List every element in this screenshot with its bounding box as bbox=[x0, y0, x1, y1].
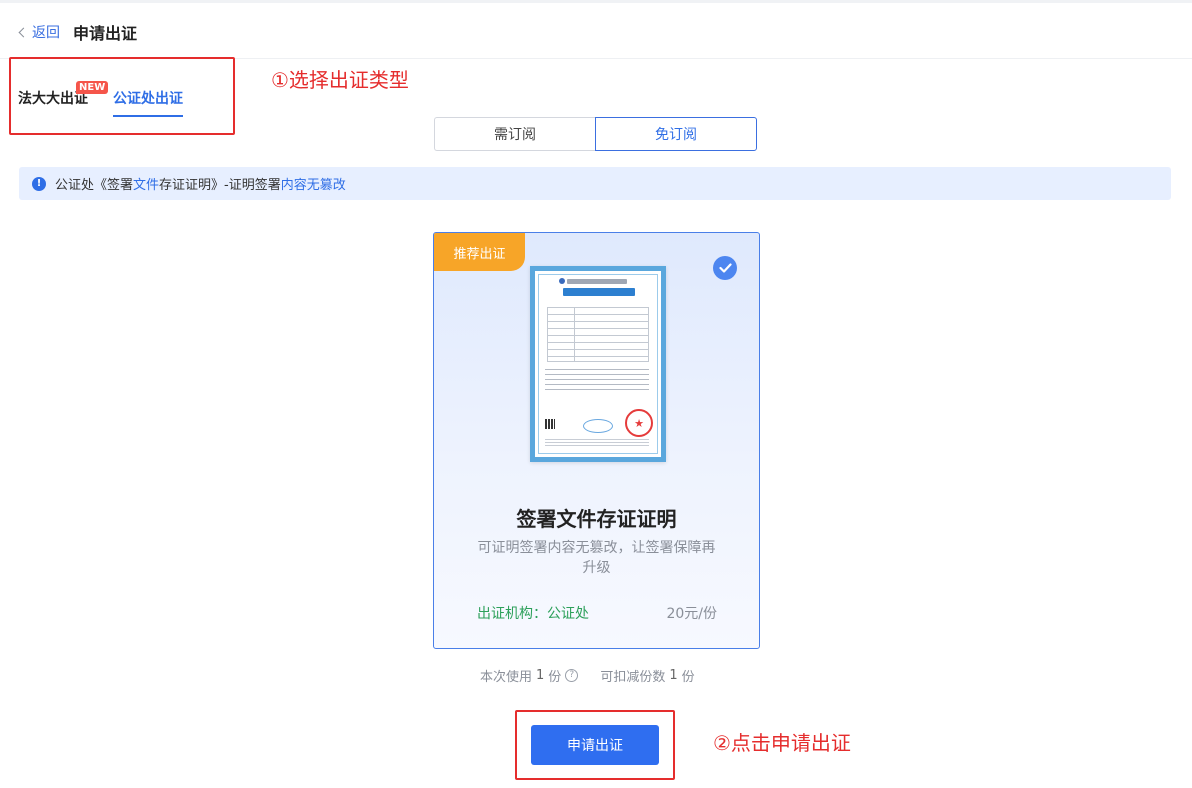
annotation-box-step1 bbox=[9, 57, 235, 135]
exclamation-icon: ! bbox=[32, 176, 46, 191]
page-header: 返回 申请出证 bbox=[0, 3, 1192, 59]
help-icon[interactable]: ? bbox=[565, 669, 579, 682]
qr-code-icon bbox=[545, 419, 555, 429]
cert-footer-lines bbox=[545, 439, 649, 447]
red-seal-icon: ★ bbox=[625, 409, 653, 437]
info-text-4: 内容无篡改 bbox=[280, 178, 346, 193]
back-link[interactable]: 返回 bbox=[18, 22, 60, 42]
certificate-preview-image: ★ bbox=[530, 266, 666, 462]
card-price: 20元/份 bbox=[666, 606, 717, 622]
deduct-unit: 份 bbox=[681, 670, 695, 685]
cert-logo-icon bbox=[559, 278, 565, 284]
cert-table bbox=[547, 307, 649, 362]
usage-label: 本次使用 bbox=[480, 670, 533, 685]
subscription-toggle: 需订阅 免订阅 bbox=[434, 117, 757, 151]
card-description: 可证明签署内容无篡改，让签署保障再升级 bbox=[477, 540, 716, 576]
apply-certificate-button[interactable]: 申请出证 bbox=[531, 725, 659, 765]
checkmark-icon[interactable] bbox=[713, 256, 737, 280]
chevron-left-icon bbox=[18, 27, 29, 38]
info-banner: ! 公证处《签署 文件 存证证明》-证明签署 内容无篡改 bbox=[19, 167, 1171, 200]
info-text-3: 存证证明》-证明签署 bbox=[159, 178, 281, 193]
usage-count: 1 bbox=[536, 668, 545, 683]
deduct-count: 1 bbox=[669, 668, 678, 683]
page-title: 申请出证 bbox=[73, 24, 138, 43]
info-text-2: 文件 bbox=[133, 178, 160, 193]
annotation-text-step1: ①选择出证类型 bbox=[271, 68, 409, 92]
card-title: 签署文件存证证明 bbox=[516, 507, 677, 531]
cert-banner bbox=[563, 288, 635, 296]
subscription-required-button[interactable]: 需订阅 bbox=[434, 117, 595, 151]
annotation-text-step2: ②点击申请出证 bbox=[713, 731, 851, 755]
card-issuer: 出证机构：公证处 bbox=[477, 606, 589, 622]
cert-header bbox=[567, 279, 627, 284]
cert-blue-stamp bbox=[583, 419, 613, 433]
info-text-1: 公证处《签署 bbox=[55, 178, 134, 193]
usage-summary: 本次使用 1 份 ? 可扣减份数 1 份 bbox=[480, 666, 695, 685]
usage-unit: 份 bbox=[548, 670, 562, 685]
cert-text-lines bbox=[545, 369, 649, 393]
subscription-free-button[interactable]: 免订阅 bbox=[595, 117, 757, 151]
back-label: 返回 bbox=[32, 25, 60, 41]
recommend-ribbon: 推荐出证 bbox=[434, 233, 525, 271]
certificate-card[interactable]: 推荐出证 ★ 签署文件存证证明 可证明签署内容无篡改，让签署保障再升级 出证机构… bbox=[433, 232, 760, 649]
deduct-label: 可扣减份数 bbox=[600, 670, 666, 685]
